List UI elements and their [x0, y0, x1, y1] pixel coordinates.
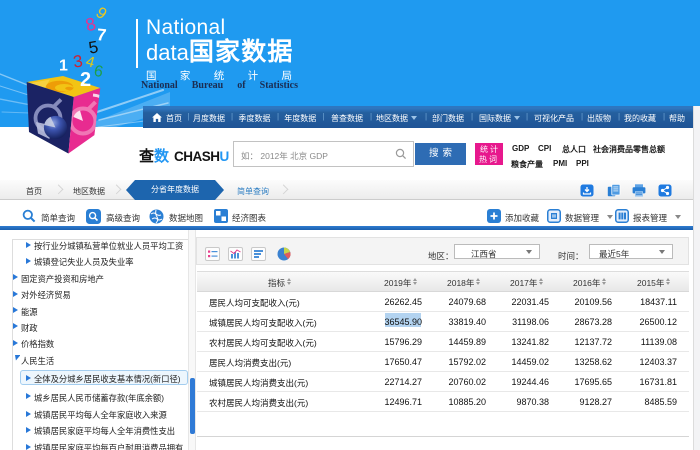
svg-text:2: 2: [80, 69, 91, 91]
svg-text:6: 6: [92, 63, 104, 81]
svg-text:7: 7: [96, 25, 107, 45]
svg-text:9: 9: [92, 4, 109, 23]
svg-text:1: 1: [59, 58, 68, 75]
